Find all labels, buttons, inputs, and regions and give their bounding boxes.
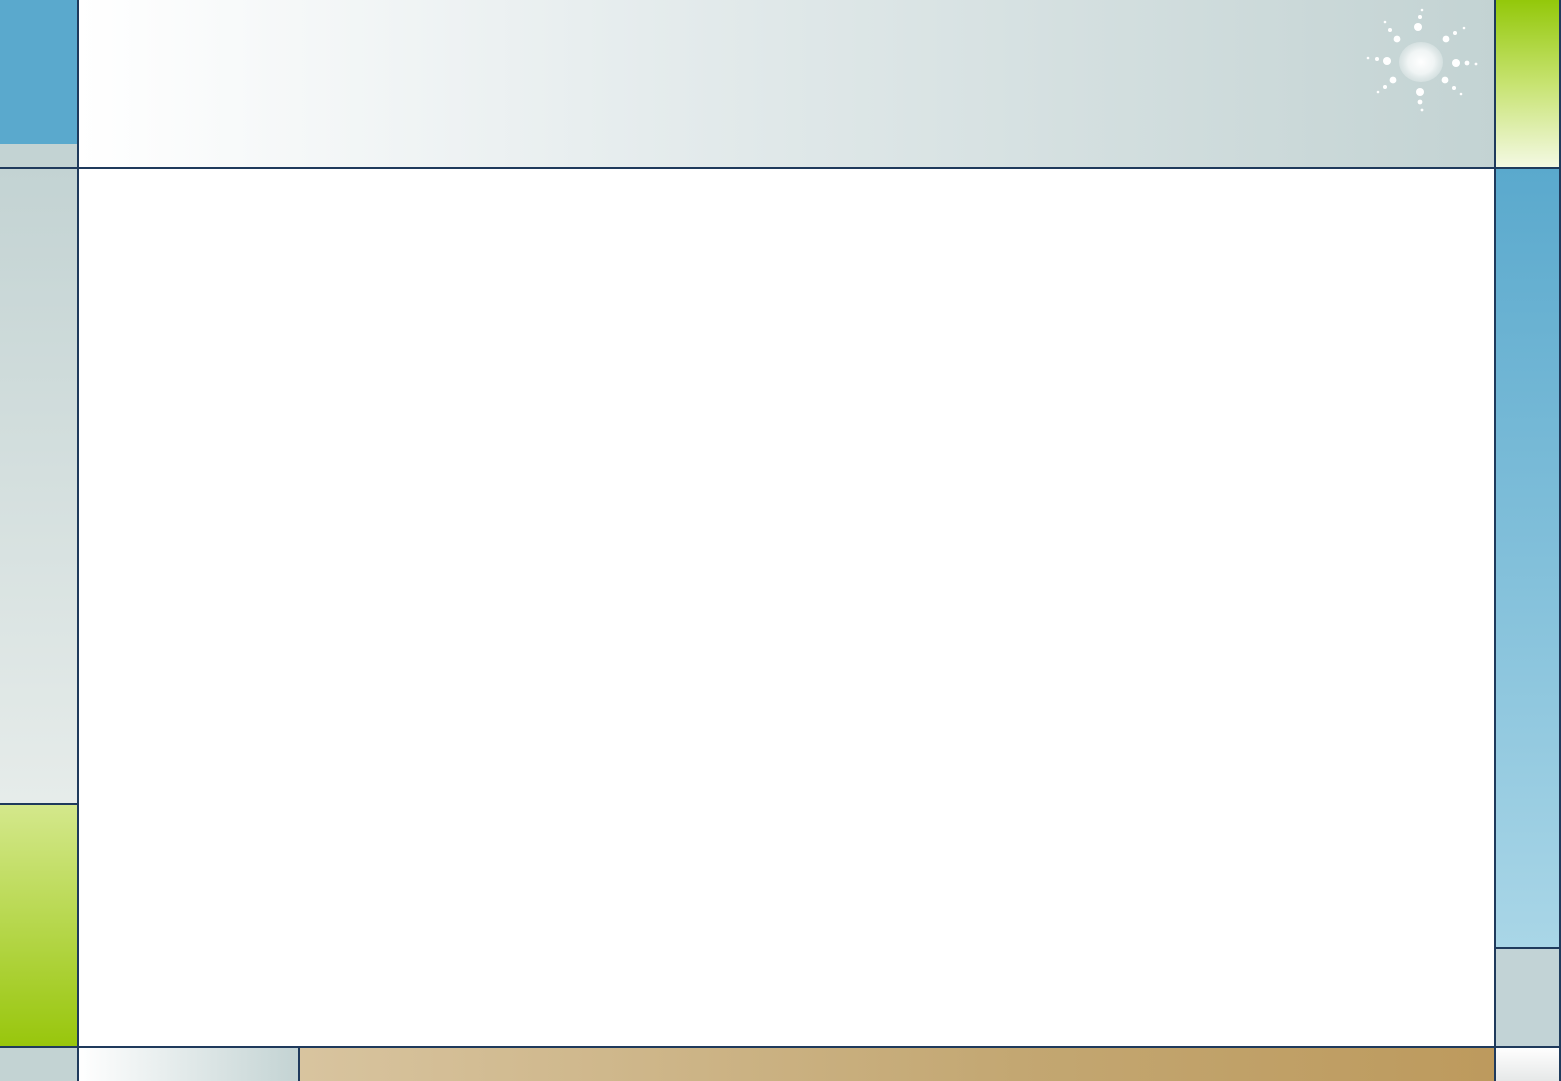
header-divider-line — [0, 167, 1561, 169]
slide-template — [0, 0, 1561, 1081]
footer-split-line — [298, 1047, 300, 1081]
footer-left-strip — [78, 1047, 299, 1081]
left-top-gray-strip — [0, 144, 78, 168]
left-bottom-green-block — [0, 804, 78, 1047]
right-middle-blue-panel — [1496, 168, 1561, 948]
content-area — [79, 169, 1495, 1046]
footer-divider-line — [0, 1046, 1561, 1048]
left-divider-line — [77, 0, 79, 1081]
left-footer-block — [0, 1047, 78, 1081]
header-banner — [78, 0, 1496, 168]
right-gray-divider-line — [1496, 947, 1561, 949]
left-middle-panel — [0, 168, 78, 804]
left-green-divider-line — [0, 803, 78, 805]
right-top-green-block — [1496, 0, 1561, 168]
right-divider-line — [1494, 0, 1496, 1081]
right-bottom-gray-block — [1496, 948, 1561, 1047]
right-footer-block — [1496, 1047, 1561, 1081]
left-top-blue-block — [0, 0, 78, 144]
footer-tan-bar — [299, 1047, 1496, 1081]
sun-icon — [1366, 8, 1478, 112]
